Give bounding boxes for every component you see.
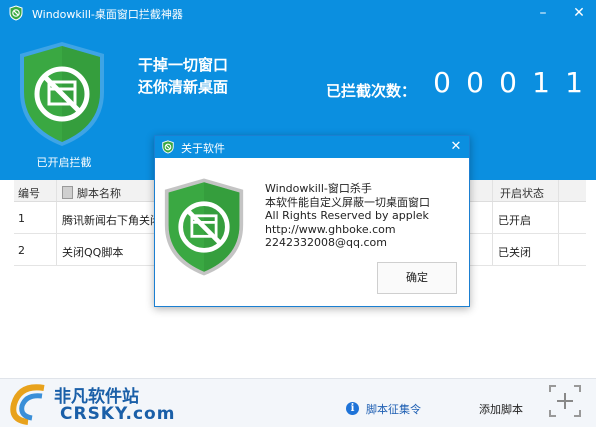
dialog-title: 关于软件	[181, 142, 225, 155]
logo-english-text: CRSKY.com	[60, 404, 176, 424]
counter-digit: 0	[433, 66, 451, 99]
row-name: 关闭QQ脚本	[62, 246, 124, 259]
info-icon[interactable]: i	[346, 402, 359, 415]
add-script-button[interactable]: 添加脚本	[479, 401, 523, 417]
app-shield-icon	[9, 5, 23, 21]
watermark-logo: 非凡软件站 CRSKY.com	[6, 380, 176, 426]
about-description: 本软件能自定义屏蔽一切桌面窗口	[265, 195, 430, 209]
ok-button[interactable]: 确定	[377, 262, 457, 294]
about-info: Windowkill-窗口杀手 本软件能自定义屏蔽一切桌面窗口 All Righ…	[265, 182, 430, 250]
dialog-logo-shield-icon	[164, 178, 244, 276]
app-window: Windowkill-桌面窗口拦截神器 – ✕ 已开启拦截 干掉一切窗口 还你清…	[0, 0, 596, 427]
counter-digit: 0	[499, 66, 517, 99]
header-name: 脚本名称	[62, 185, 121, 201]
about-email: 2242332008@qq.com	[265, 236, 387, 249]
column-divider	[492, 234, 493, 265]
row-id: 1	[18, 212, 25, 225]
close-button[interactable]: ✕	[570, 4, 588, 22]
about-app-name: Windowkill-窗口杀手	[265, 182, 372, 195]
dialog-title-bar: 关于软件 ✕	[155, 136, 469, 158]
swirl-logo-icon	[10, 384, 45, 425]
header-id: 编号	[18, 187, 40, 200]
dialog-close-icon[interactable]: ✕	[447, 138, 465, 156]
about-dialog: 关于软件 ✕ Windowkill-窗口杀手 本软件能自定义屏蔽一切桌面窗口 A…	[154, 135, 470, 307]
header-status: 开启状态	[500, 187, 544, 200]
row-id: 2	[18, 244, 25, 257]
column-divider	[56, 180, 57, 201]
about-copyright: All Rights Reserved by applek	[265, 209, 429, 222]
column-divider	[56, 202, 57, 233]
title-bar: Windowkill-桌面窗口拦截神器 – ✕	[0, 0, 596, 26]
dialog-shield-icon	[162, 140, 174, 154]
column-divider	[558, 202, 559, 233]
column-divider	[558, 234, 559, 265]
slogan-line1: 干掉一切窗口	[138, 56, 229, 74]
row-name: 腾讯新闻右下角关闭	[62, 214, 161, 227]
block-counter: 0 0 0 1 1	[430, 66, 586, 99]
counter-digit: 0	[466, 66, 484, 99]
counter-digit: 1	[565, 66, 583, 99]
column-divider	[558, 180, 559, 201]
protection-shield-icon[interactable]	[18, 40, 106, 148]
script-collect-link[interactable]: 脚本征集令	[366, 401, 421, 417]
about-website: http://www.ghboke.com	[265, 222, 396, 236]
counter-digit: 1	[532, 66, 550, 99]
column-divider	[56, 234, 57, 265]
add-icon[interactable]	[548, 384, 582, 418]
column-divider	[492, 180, 493, 201]
slogan-line2: 还你清新桌面	[138, 78, 229, 96]
shield-status-caption: 已开启拦截	[36, 156, 92, 169]
row-status[interactable]: 已开启	[498, 212, 531, 228]
minimize-button[interactable]: –	[534, 4, 552, 22]
document-icon	[62, 186, 73, 199]
window-title: Windowkill-桌面窗口拦截神器	[32, 8, 183, 21]
column-divider	[492, 202, 493, 233]
row-status[interactable]: 已关闭	[498, 244, 531, 260]
block-count-label: 已拦截次数：	[326, 82, 417, 100]
